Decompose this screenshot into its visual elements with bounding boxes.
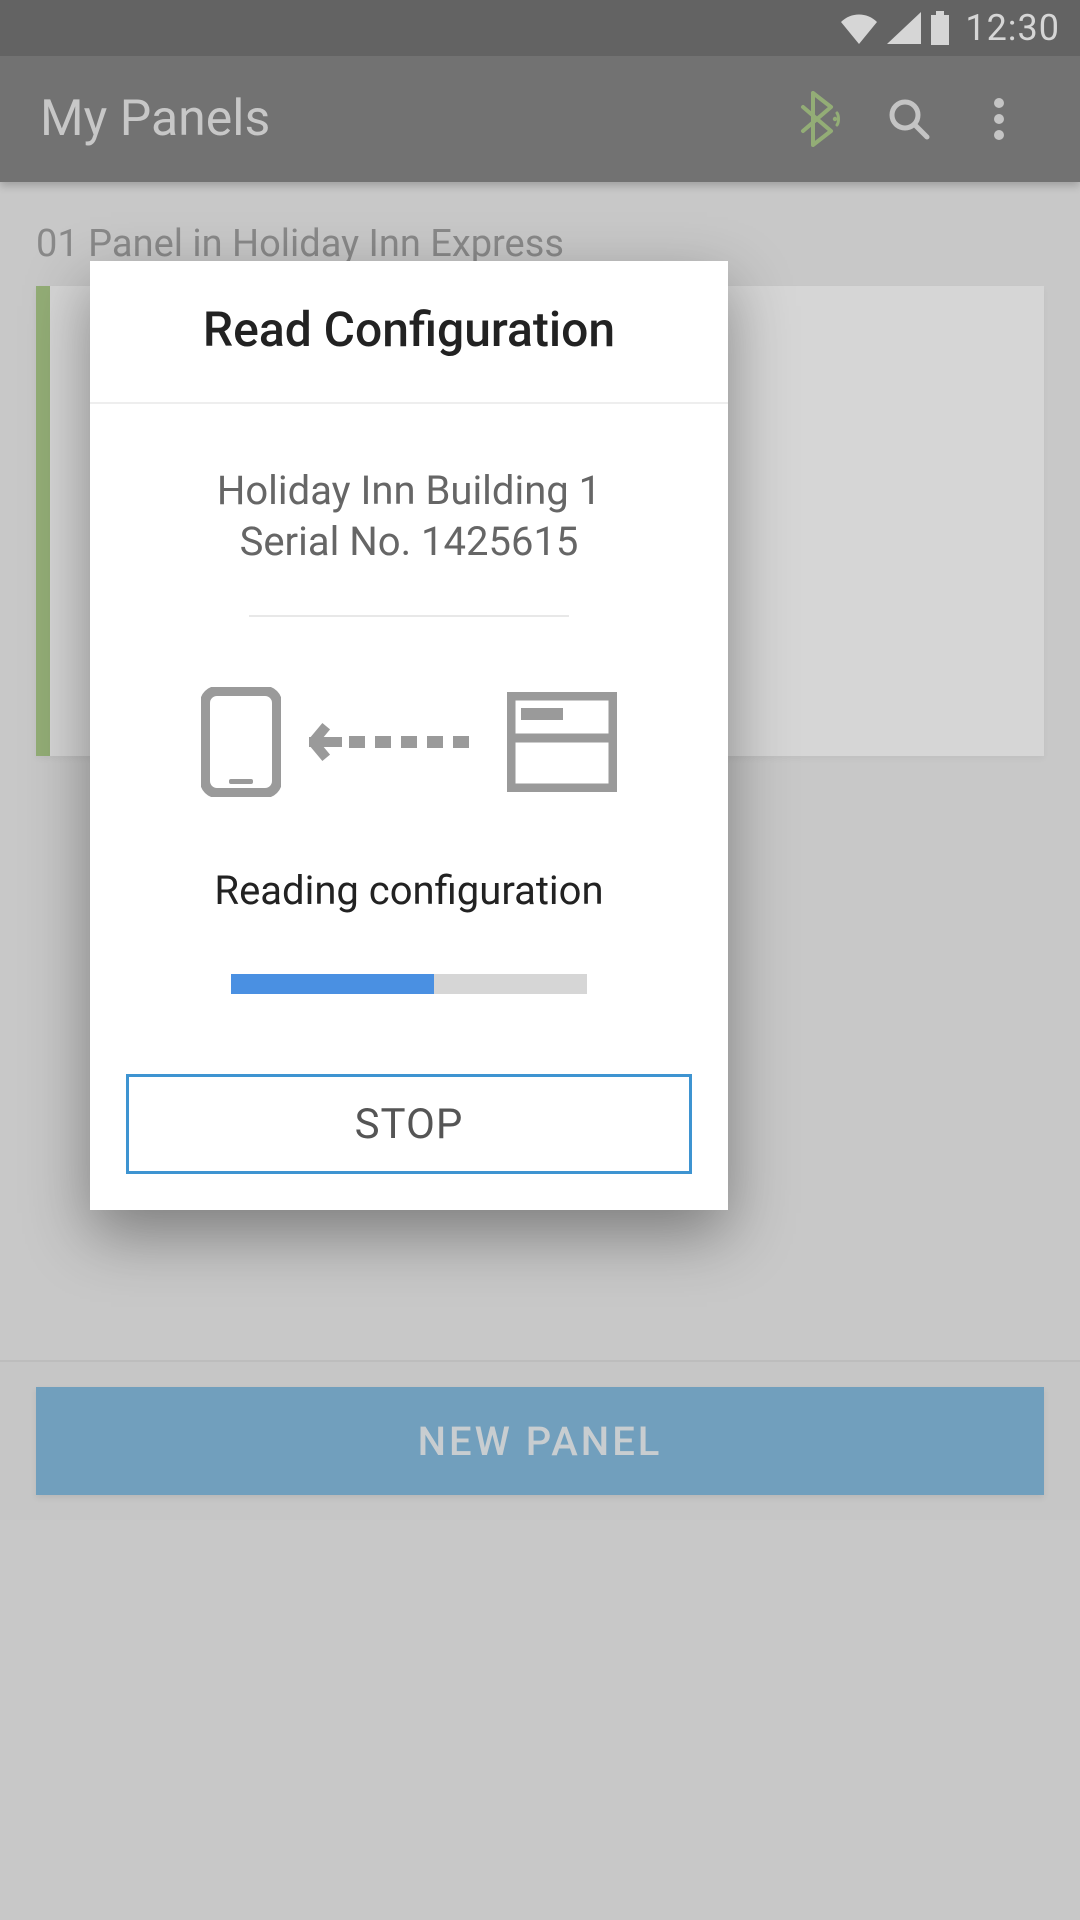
stop-button[interactable]: STOP [126,1074,692,1174]
arrow-left-icon [309,722,479,762]
panel-device-icon [507,692,617,792]
divider [249,615,569,617]
serial-number: Serial No. 1425615 [130,518,688,565]
status-text: Reading configuration [130,867,688,914]
device-name: Holiday Inn Building 1 [130,464,688,518]
phone-icon [201,687,281,797]
dialog-body: Holiday Inn Building 1 Serial No. 142561… [90,404,728,994]
progress-bar [231,974,587,994]
dialog-title: Read Configuration [90,261,728,404]
progress-fill [231,974,434,994]
transfer-graphic [130,687,688,797]
read-configuration-dialog: Read Configuration Holiday Inn Building … [90,261,728,1210]
